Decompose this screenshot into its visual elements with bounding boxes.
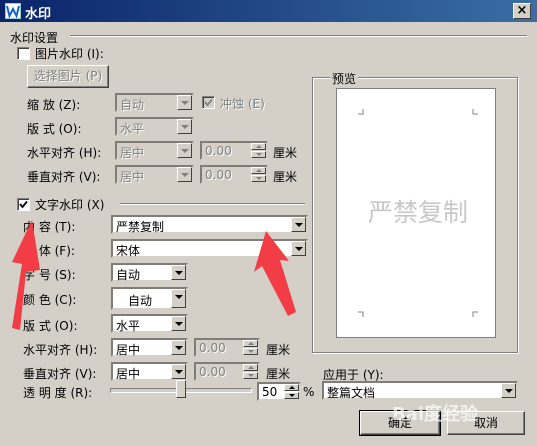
picture-layout-label: 版 式 (O): — [27, 122, 82, 136]
apply-to-value: 整篇文档 — [327, 386, 376, 400]
text-watermark-label: 文字水印 (X) — [35, 198, 105, 212]
text-valign-offset[interactable]: 0.00 — [194, 362, 260, 381]
text-valign-select[interactable]: 居中 — [111, 362, 188, 381]
window-title: 水印 — [25, 7, 52, 22]
font-value: 宋体 — [116, 244, 141, 258]
picture-watermark-checkbox[interactable] — [17, 47, 30, 60]
preview-watermark-text: 严禁复制 — [368, 198, 469, 227]
size-select[interactable]: 自动 — [111, 263, 188, 282]
picture-layout-value: 水平 — [120, 122, 145, 136]
picture-halign-label: 水平对齐 (H): — [27, 146, 102, 160]
chevron-down-icon — [171, 265, 186, 280]
group-divider — [70, 35, 527, 37]
chevron-down-icon — [177, 95, 192, 110]
text-halign-value: 居中 — [116, 343, 141, 357]
chevron-down-icon — [177, 167, 192, 182]
text-group-divider — [120, 203, 305, 205]
chevron-down-icon — [291, 217, 306, 232]
chevron-down-icon — [171, 364, 186, 379]
text-halign-select[interactable]: 居中 — [111, 338, 188, 357]
picture-valign-unit: 厘米 — [273, 170, 298, 184]
spin-arrows-icon — [251, 167, 266, 182]
chevron-down-icon — [177, 119, 192, 134]
spin-arrows-icon — [243, 340, 258, 355]
checkmark-icon — [204, 98, 213, 107]
chevron-down-icon — [501, 383, 516, 398]
scale-label: 缩 放 (Z): — [27, 98, 81, 112]
text-layout-select[interactable]: 水平 — [111, 314, 188, 333]
margin-corner-icon — [472, 109, 478, 115]
text-halign-offset-value: 0.00 — [199, 341, 226, 355]
chevron-down-icon — [171, 340, 186, 355]
content-value: 严禁复制 — [116, 220, 165, 234]
margin-corner-icon — [358, 109, 364, 115]
spin-arrows-icon — [251, 143, 266, 158]
text-layout-label: 版 式 (O): — [23, 319, 78, 333]
text-halign-offset[interactable]: 0.00 — [194, 338, 260, 357]
picture-valign-offset-value: 0.00 — [205, 168, 232, 182]
transparency-unit: % — [303, 385, 315, 399]
washout-label: 冲蚀 (E) — [220, 97, 265, 111]
text-valign-unit: 厘米 — [266, 367, 291, 381]
spin-arrows-icon — [243, 364, 258, 379]
text-valign-label: 垂直对齐 (V): — [23, 367, 97, 381]
chevron-down-icon — [177, 143, 192, 158]
scale-value: 自动 — [120, 98, 145, 112]
select-picture-button[interactable]: 选择图片 (P) — [27, 65, 109, 88]
picture-halign-select[interactable]: 居中 — [115, 141, 194, 160]
color-select[interactable]: 自动 — [111, 287, 188, 310]
text-valign-value: 居中 — [116, 367, 141, 381]
size-value: 自动 — [116, 268, 141, 282]
site-watermark: Bai度经验 — [392, 404, 479, 425]
chevron-down-icon — [171, 316, 186, 331]
title-bar — [0, 0, 537, 22]
picture-halign-value: 居中 — [120, 146, 145, 160]
washout-checkbox[interactable] — [202, 96, 215, 109]
checkmark-icon — [19, 200, 28, 209]
select-picture-label: 选择图片 (P) — [33, 69, 103, 83]
preview-label: 预览 — [330, 70, 359, 87]
font-select[interactable]: 宋体 — [111, 239, 308, 258]
wps-app-icon — [5, 3, 21, 19]
content-select[interactable]: 严禁复制 — [111, 215, 308, 234]
picture-watermark-label: 图片水印 (I): — [35, 47, 104, 61]
picture-valign-value: 居中 — [120, 170, 145, 184]
picture-halign-offset[interactable]: 0.00 — [200, 141, 268, 160]
text-layout-value: 水平 — [116, 319, 141, 333]
close-button[interactable]: × — [513, 3, 531, 19]
text-halign-label: 水平对齐 (H): — [23, 343, 98, 357]
settings-group-label: 水印设置 — [10, 31, 59, 45]
font-label: 字 体 (F): — [23, 244, 75, 258]
apply-to-select[interactable]: 整篇文档 — [322, 381, 518, 400]
margin-corner-icon — [358, 311, 364, 317]
transparency-slider-thumb[interactable] — [176, 380, 186, 398]
content-label: 内 容 (T): — [23, 220, 76, 234]
color-value: 自动 — [128, 294, 153, 308]
picture-layout-select[interactable]: 水平 — [115, 117, 194, 136]
text-halign-unit: 厘米 — [266, 343, 291, 357]
transparency-value: 50 — [262, 385, 278, 399]
chevron-down-icon — [291, 241, 306, 256]
text-watermark-checkbox[interactable] — [17, 198, 30, 211]
picture-valign-offset[interactable]: 0.00 — [200, 165, 268, 184]
color-label: 颜 色 (C): — [23, 293, 77, 307]
picture-halign-unit: 厘米 — [273, 146, 298, 160]
margin-corner-icon — [472, 311, 478, 317]
size-label: 字 号 (S): — [23, 268, 76, 282]
spin-arrows-icon — [284, 384, 299, 399]
text-valign-offset-value: 0.00 — [199, 365, 226, 379]
chevron-down-icon — [171, 289, 186, 308]
picture-valign-select[interactable]: 居中 — [115, 165, 194, 184]
transparency-spinner[interactable]: 50 — [257, 382, 301, 401]
picture-valign-label: 垂直对齐 (V): — [27, 170, 101, 184]
picture-halign-offset-value: 0.00 — [205, 144, 232, 158]
transparency-label: 透 明 度 (R): — [23, 386, 93, 400]
scale-select[interactable]: 自动 — [115, 93, 194, 112]
